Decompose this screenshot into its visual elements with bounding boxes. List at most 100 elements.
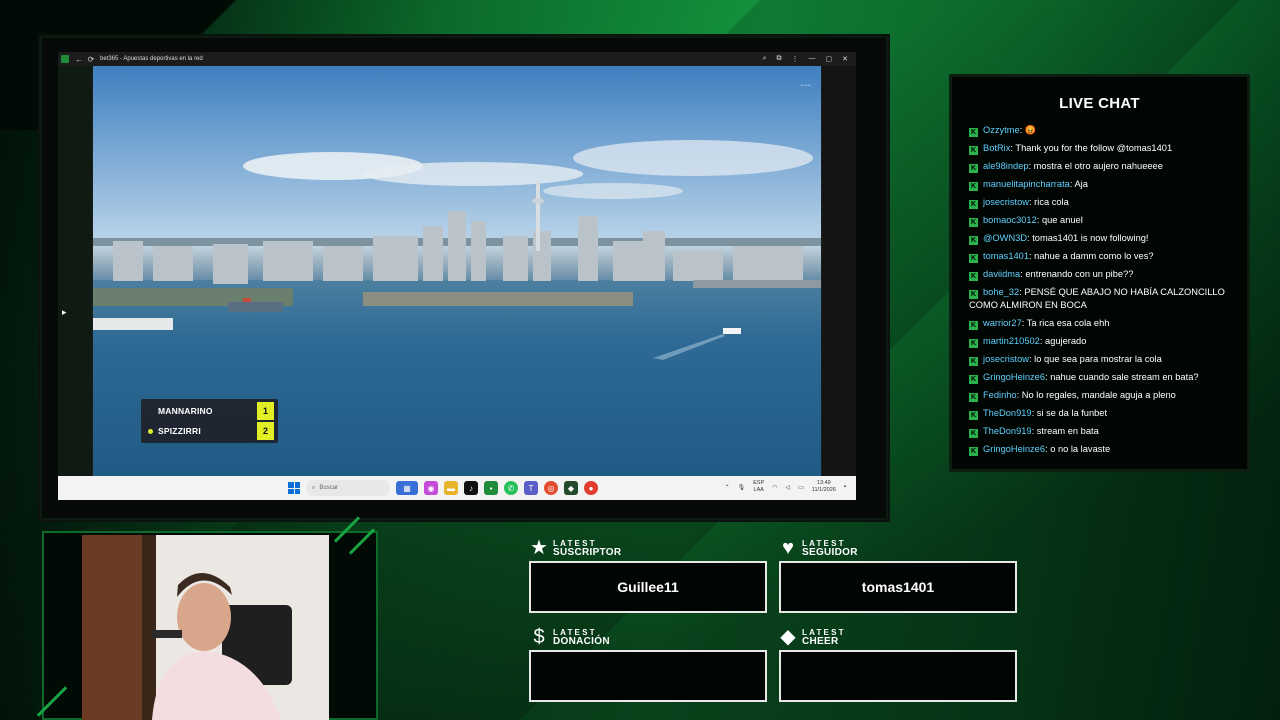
chat-text: rica cola <box>1034 197 1069 207</box>
wifi-icon[interactable]: ◠ <box>772 484 777 491</box>
chat-message: Kale98indep: mostra el otro aujero nahue… <box>969 160 1234 173</box>
whatsapp-icon[interactable]: ✆ <box>504 481 518 495</box>
chat-username[interactable]: Fedinho <box>983 390 1017 400</box>
latest-cheer-box <box>779 650 1017 702</box>
broadcast-watermark: ⌁⌁⌁ <box>800 83 811 89</box>
player-score: 1 <box>257 402 274 420</box>
chevron-up-icon[interactable]: ⌃ <box>725 484 730 491</box>
chat-message: K TheDon919: si se da la funbet <box>969 407 1234 420</box>
platform-badge-icon: K <box>969 338 978 348</box>
chat-message: Kjosecristow: lo que sea para mostrar la… <box>969 353 1234 366</box>
language-indicator[interactable]: ESP LAA <box>753 480 764 494</box>
live-stream-video[interactable]: ⌁⌁⌁ MANNARINO 1 SPIZZIRRI 2 <box>93 66 821 476</box>
platform-badge-icon: K <box>969 410 978 420</box>
chat-username[interactable]: BotRix <box>983 143 1010 153</box>
chat-message: K GringoHeinze6: o no la lavaste <box>969 443 1234 456</box>
chat-username[interactable]: daviidma <box>983 269 1020 279</box>
minimize-button[interactable]: — <box>809 55 816 63</box>
serving-indicator-icon <box>148 428 153 434</box>
chat-username[interactable]: tomas1401 <box>983 251 1029 261</box>
tennis-scoreboard: MANNARINO 1 SPIZZIRRI 2 <box>141 399 278 443</box>
battery-icon[interactable]: ▭ <box>798 484 804 491</box>
teams-icon[interactable]: T <box>524 481 538 495</box>
chat-username[interactable]: warrior27 <box>983 318 1022 328</box>
volume-icon[interactable]: ◁ <box>786 484 791 491</box>
platform-badge-icon: K <box>969 200 978 209</box>
scoreboard-row: MANNARINO 1 <box>141 401 278 421</box>
microphone-icon[interactable]: 🎙 <box>738 484 746 491</box>
zoom-icon[interactable]: ⌕ <box>763 55 767 63</box>
chat-text: Thank you for the follow @tomas1401 <box>1015 143 1173 153</box>
platform-badge-icon: K <box>969 392 978 402</box>
notification-icon[interactable]: ▪ <box>844 484 846 490</box>
platform-badge-icon: K <box>969 272 978 281</box>
lang-top: ESP <box>753 480 765 486</box>
file-explorer-icon[interactable]: ▬ <box>444 481 458 495</box>
page-left-margin <box>58 66 92 476</box>
dollar-icon: $ <box>533 626 545 648</box>
start-menu-icon[interactable] <box>288 482 300 494</box>
chat-username[interactable]: bohe_32 <box>983 287 1019 297</box>
latest-subscriber-name: Guillee11 <box>617 579 679 595</box>
copilot-icon[interactable]: ◉ <box>424 481 438 495</box>
chat-username[interactable]: martin210502 <box>983 336 1040 346</box>
chat-message: K BotRix: Thank you for the follow @tomas… <box>969 142 1234 155</box>
latest-follower-label: ♥ LATEST SEGUIDOR <box>778 538 858 558</box>
chat-username[interactable]: @OWN3D <box>983 233 1027 243</box>
chat-message: Kbohe_32: PENSÉ QUE ABAJO NO HABÍA CALZO… <box>969 286 1234 312</box>
chat-username[interactable]: bomaoc3012 <box>983 215 1037 225</box>
tiktok-icon[interactable]: ♪ <box>464 481 478 495</box>
platform-badge-icon: K <box>969 236 978 245</box>
chat-title: LIVE CHAT <box>1059 95 1140 112</box>
browser-titlebar: ← ⟳ bet365 - Apuestas deportivas en la r… <box>58 52 856 66</box>
clock[interactable]: 13:49 11/1/2026 <box>812 480 836 494</box>
chat-message: Ktomas1401: nahue a damm como lo ves? <box>969 250 1234 263</box>
widget-icon[interactable]: ▦ <box>396 481 418 495</box>
latest-donation-label: $ LATEST DONACIÓN <box>529 627 610 647</box>
chat-username[interactable]: Ozzytme <box>983 125 1020 135</box>
star-icon: ★ <box>530 537 548 559</box>
extensions-icon[interactable]: ⧉ <box>777 55 782 63</box>
chat-username[interactable]: manuelitapincharrata <box>983 179 1070 189</box>
maximize-button[interactable]: ▢ <box>826 55 833 63</box>
chat-text: que anuel <box>1041 215 1083 225</box>
obs-icon[interactable]: ● <box>584 481 598 495</box>
latest-follower-name: tomas1401 <box>861 579 935 595</box>
chrome-icon[interactable]: ◎ <box>544 481 558 495</box>
platform-badge-icon: K <box>969 290 978 299</box>
desktop-screen: ← ⟳ bet365 - Apuestas deportivas en la r… <box>58 52 856 500</box>
platform-badge-icon: K <box>969 374 978 384</box>
menu-icon[interactable]: ⋮ <box>792 55 799 63</box>
chat-text: nahue a damm como lo ves? <box>1034 251 1154 261</box>
scoreboard-row: SPIZZIRRI 2 <box>141 421 278 441</box>
platform-badge-icon: K <box>969 254 978 263</box>
back-arrow-icon[interactable]: ← <box>73 52 85 66</box>
chat-username[interactable]: GringoHeinze6 <box>983 372 1045 382</box>
chat-username[interactable]: josecristow <box>983 354 1029 364</box>
chat-message: Kmanuelitapincharrata: Aja <box>969 178 1234 191</box>
chat-username[interactable]: ale98indep <box>983 161 1029 171</box>
latest-subscriber-box: Guillee11 <box>529 561 767 613</box>
refresh-icon[interactable]: ⟳ <box>85 52 97 66</box>
diamond-icon: ◆ <box>780 626 796 648</box>
chat-username[interactable]: TheDon919 <box>983 408 1032 418</box>
chat-text: agujerado <box>1045 335 1087 346</box>
nvidia-icon[interactable]: ◆ <box>564 481 578 495</box>
player-name: SPIZZIRRI <box>158 426 201 436</box>
chat-text: si se da la funbet <box>1036 407 1108 418</box>
windows-taskbar: ⌕ Buscar ▦ ◉ ▬ ♪ ▪ ✆ T ◎ ◆ ● ⌃ 🎙 ESP LAA <box>58 476 856 500</box>
chat-message: Kwarrior27: Ta rica esa cola ehh <box>969 317 1234 330</box>
clock-time: 13:49 <box>816 480 831 486</box>
chat-username[interactable]: GringoHeinze6 <box>983 444 1045 454</box>
close-button[interactable]: ✕ <box>842 55 848 63</box>
taskbar-search[interactable]: ⌕ Buscar <box>306 480 390 496</box>
chat-username[interactable]: josecristow <box>983 197 1029 207</box>
chat-text: lo que sea para mostrar la cola <box>1034 353 1162 364</box>
chat-username[interactable]: TheDon919 <box>983 426 1032 436</box>
bet365-taskbar-icon[interactable]: ▪ <box>484 481 498 495</box>
streamer-silhouette <box>82 535 329 720</box>
chat-message: K TheDon919: stream en bata <box>969 425 1234 438</box>
platform-badge-icon: K <box>969 146 978 155</box>
chat-text: stream en bata <box>1036 425 1099 436</box>
platform-badge-icon: K <box>969 446 978 456</box>
